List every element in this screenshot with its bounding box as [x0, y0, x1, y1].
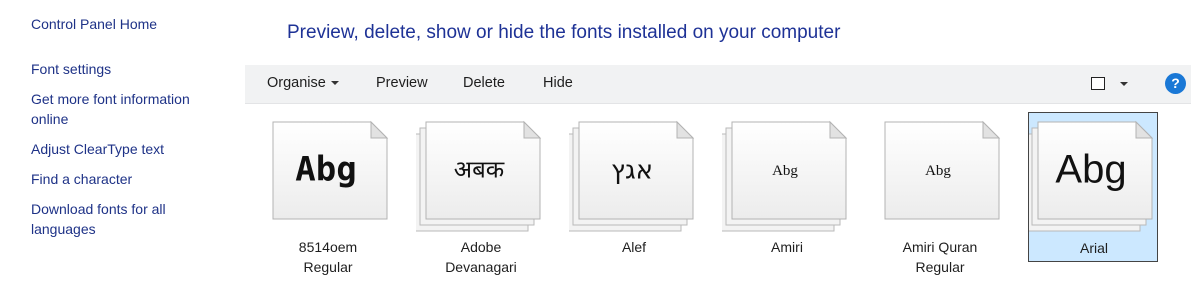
- font-name-label: Amiri Quran Regular: [875, 237, 1005, 277]
- font-file-icon: Abg: [1029, 120, 1154, 232]
- font-file-icon: Abg: [884, 120, 1001, 220]
- view-options-chevron-icon[interactable]: [1120, 82, 1128, 86]
- find-character-link[interactable]: Find a character: [31, 169, 132, 189]
- organise-label: Organise: [267, 75, 326, 91]
- font-style-line: Regular: [915, 259, 965, 275]
- font-file-icon: अबक: [416, 120, 542, 232]
- font-file-icon: אגץ: [569, 120, 695, 232]
- page-title: Preview, delete, show or hide the fonts …: [287, 22, 841, 43]
- font-settings-link[interactable]: Font settings: [31, 59, 111, 79]
- font-sample-text: Abg: [1055, 148, 1126, 192]
- font-name-label: Arial: [1029, 238, 1159, 258]
- font-name-line: 8514oem: [298, 239, 358, 255]
- font-name-line: Amiri Quran: [902, 239, 978, 255]
- font-name-line: Alef: [621, 239, 647, 255]
- hide-button[interactable]: Hide: [543, 75, 573, 91]
- font-file-icon: Abg: [722, 120, 848, 232]
- font-name-label: Alef: [569, 237, 699, 257]
- more-font-info-link[interactable]: Get more font information online: [31, 89, 216, 129]
- download-fonts-link[interactable]: Download fonts for all languages: [31, 199, 216, 239]
- font-style-line: Regular: [303, 259, 353, 275]
- control-panel-home-link[interactable]: Control Panel Home: [31, 14, 157, 34]
- font-file-icon: Abg: [272, 120, 389, 220]
- navigation-pane: Control Panel Home Font settings Get mor…: [0, 0, 245, 281]
- font-tile[interactable]: אגץ Alef: [569, 112, 699, 262]
- font-name-label: Adobe Devanagari: [416, 237, 546, 277]
- font-style-line: Devanagari: [445, 259, 517, 275]
- adjust-cleartype-link[interactable]: Adjust ClearType text: [31, 139, 164, 159]
- organise-button[interactable]: Organise: [267, 75, 339, 91]
- font-tile[interactable]: Abg Arial: [1028, 112, 1158, 262]
- font-name-label: 8514oem Regular: [263, 237, 393, 277]
- font-sample-text: Abg: [295, 150, 356, 190]
- toolbar: Organise Preview Delete Hide ?: [245, 65, 1191, 104]
- font-sample-text: अबक: [454, 156, 505, 184]
- view-pane-icon[interactable]: [1091, 77, 1105, 90]
- font-tile[interactable]: Abg Amiri: [722, 112, 852, 262]
- help-icon[interactable]: ?: [1165, 73, 1186, 94]
- font-tile[interactable]: अबक Adobe Devanagari: [416, 112, 546, 275]
- font-sample-text: Abg: [772, 163, 798, 179]
- font-tile[interactable]: Abg Amiri Quran Regular: [875, 112, 1005, 275]
- font-sample-text: Abg: [925, 163, 951, 179]
- font-name-line: Arial: [1079, 240, 1108, 256]
- font-name-line: Amiri: [771, 239, 803, 255]
- chevron-down-icon: [330, 81, 339, 86]
- font-sample-text: אגץ: [611, 155, 653, 185]
- font-name-label: Amiri: [722, 237, 852, 257]
- font-name-line: Adobe: [460, 239, 502, 255]
- delete-button[interactable]: Delete: [463, 75, 505, 91]
- font-tile[interactable]: Abg 8514oem Regular: [263, 112, 393, 275]
- preview-button[interactable]: Preview: [376, 75, 428, 91]
